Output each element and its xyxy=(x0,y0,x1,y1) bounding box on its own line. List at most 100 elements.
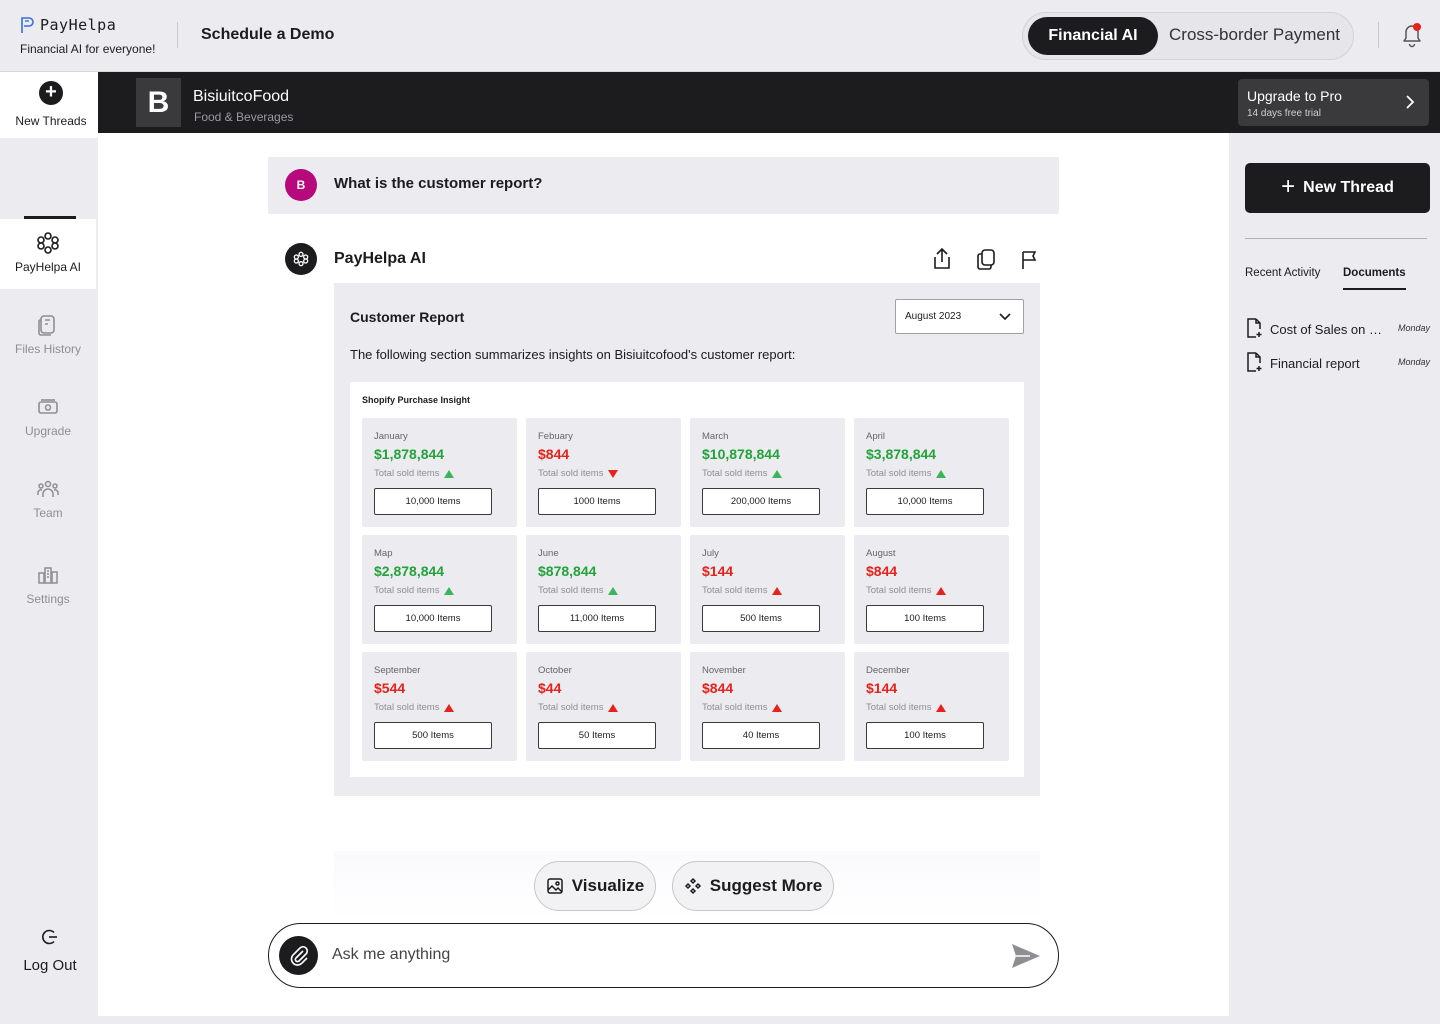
month-card: April $3,878,844 Total sold items 10,000 It… xyxy=(854,418,1009,527)
sold-items-row: Total sold items xyxy=(538,702,619,713)
upgrade-to-pro-button[interactable]: Upgrade to Pro 14 days free trial xyxy=(1238,79,1429,126)
trend-up-icon xyxy=(772,703,783,712)
month-dropdown[interactable]: August 2023 xyxy=(895,299,1024,334)
month-card: March $10,878,844 Total sold items 200,000 … xyxy=(690,418,845,527)
copy-icon[interactable] xyxy=(975,247,997,271)
month-card: December $144 Total sold items 100 Items xyxy=(854,652,1009,761)
rail-item-team[interactable]: Team xyxy=(0,465,96,535)
payhelpa-ai-icon xyxy=(293,251,309,267)
rail-item-label: Files History xyxy=(14,342,81,356)
document-name: Financial report xyxy=(1270,356,1360,371)
attach-button[interactable] xyxy=(279,936,318,975)
tab-documents[interactable]: Documents xyxy=(1343,267,1406,279)
user-question: What is the customer report? xyxy=(334,175,543,192)
settings-icon xyxy=(38,567,58,584)
sold-items-row: Total sold items xyxy=(374,468,455,479)
share-icon[interactable] xyxy=(931,247,953,271)
rail-item-label: Team xyxy=(33,506,63,520)
rail-item-files-history[interactable]: Files History xyxy=(0,301,96,371)
chat-input-bar[interactable]: Ask me anything xyxy=(268,923,1059,988)
document-date: Monday xyxy=(1397,357,1430,367)
items-count-button[interactable]: 100 Items xyxy=(866,722,984,749)
chat-input-placeholder[interactable]: Ask me anything xyxy=(332,946,450,964)
ai-avatar xyxy=(285,243,317,275)
month-label: November xyxy=(702,665,746,676)
document-item[interactable]: Cost of Sales on ot... Monday xyxy=(1245,318,1430,338)
items-count-button[interactable]: 1000 Items xyxy=(538,488,656,515)
month-card: September $544 Total sold items 500 Items xyxy=(362,652,517,761)
sold-items-row: Total sold items xyxy=(702,468,783,479)
suggest-icon xyxy=(684,877,701,895)
company-bar: B BisiuitcoFood Food & Beverages Upgrade… xyxy=(98,72,1440,133)
trend-up-icon xyxy=(444,469,455,478)
sold-items-label: Total sold items xyxy=(538,702,604,713)
document-item[interactable]: Financial report Monday xyxy=(1245,352,1430,372)
company-name: BisiuitcoFood xyxy=(193,88,290,105)
logout-button[interactable]: Log Out xyxy=(0,928,100,974)
rail-item-settings[interactable]: Settings xyxy=(0,551,96,621)
document-add-icon xyxy=(1247,318,1262,338)
payhelpa-logo-icon xyxy=(21,17,34,33)
flag-icon[interactable] xyxy=(1019,247,1041,271)
left-rail: + New Threads PayHelpa AI Files History … xyxy=(0,72,98,1024)
items-count-button[interactable]: 10,000 Items xyxy=(374,488,492,515)
sold-items-label: Total sold items xyxy=(702,585,768,596)
month-amount: $44 xyxy=(538,680,562,696)
new-thread-label: New Thread xyxy=(1303,179,1394,196)
send-icon[interactable] xyxy=(1011,943,1041,969)
mode-financial-ai[interactable]: Financial AI xyxy=(1028,17,1158,55)
month-label: January xyxy=(374,431,408,442)
items-count-button[interactable]: 500 Items xyxy=(702,605,820,632)
month-label: October xyxy=(538,665,572,676)
items-count-button[interactable]: 10,000 Items xyxy=(866,488,984,515)
logo-name: PayHelpa xyxy=(40,16,117,34)
rail-item-upgrade[interactable]: Upgrade xyxy=(0,383,96,453)
upgrade-title: Upgrade to Pro xyxy=(1247,88,1342,104)
notification-bell-icon[interactable] xyxy=(1400,22,1424,48)
items-count-button[interactable]: 11,000 Items xyxy=(538,605,656,632)
sold-items-row: Total sold items xyxy=(866,468,947,479)
new-threads-button[interactable]: + New Threads xyxy=(0,72,98,138)
schedule-demo-link[interactable]: Schedule a Demo xyxy=(201,26,334,44)
logout-icon xyxy=(42,929,57,945)
items-count-button[interactable]: 40 Items xyxy=(702,722,820,749)
plus-icon: + xyxy=(39,81,63,105)
divider xyxy=(177,22,178,48)
rail-item-label: Upgrade xyxy=(24,424,72,438)
company-avatar: B xyxy=(136,78,181,127)
month-card: October $44 Total sold items 50 Items xyxy=(526,652,681,761)
month-label: April xyxy=(866,431,886,442)
chevron-down-icon xyxy=(999,313,1011,321)
trend-up-icon xyxy=(608,586,619,595)
items-count-button[interactable]: 100 Items xyxy=(866,605,984,632)
suggest-more-button[interactable]: Suggest More xyxy=(672,861,834,911)
sold-items-row: Total sold items xyxy=(866,585,947,596)
rail-item-label: Settings xyxy=(26,592,70,606)
rail-item-payhelpa-ai[interactable]: PayHelpa AI xyxy=(0,219,96,289)
sold-items-row: Total sold items xyxy=(374,585,455,596)
sold-items-row: Total sold items xyxy=(538,585,619,596)
items-count-button[interactable]: 10,000 Items xyxy=(374,605,492,632)
items-count-button[interactable]: 50 Items xyxy=(538,722,656,749)
document-date: Monday xyxy=(1397,323,1430,333)
report-title: Customer Report xyxy=(350,309,465,325)
right-panel: + New Thread Recent Activity Documents C… xyxy=(1229,133,1440,1024)
sold-items-label: Total sold items xyxy=(538,585,604,596)
visualize-button[interactable]: Visualize xyxy=(534,861,656,911)
month-amount: $3,878,844 xyxy=(866,446,937,462)
mode-cross-border-payment[interactable]: Cross-border Payment xyxy=(1169,25,1340,45)
trend-up-icon xyxy=(936,469,947,478)
items-count-button[interactable]: 500 Items xyxy=(374,722,492,749)
document-add-icon xyxy=(1247,352,1262,372)
tab-recent-activity[interactable]: Recent Activity xyxy=(1245,267,1320,279)
logo[interactable]: PayHelpa Financial AI for everyone! xyxy=(20,16,155,56)
month-amount: $844 xyxy=(538,446,570,462)
trend-up-icon xyxy=(444,586,455,595)
items-count-button[interactable]: 200,000 Items xyxy=(702,488,820,515)
new-thread-button[interactable]: + New Thread xyxy=(1245,163,1430,213)
sold-items-row: Total sold items xyxy=(702,702,783,713)
trend-up-icon xyxy=(936,703,947,712)
sold-items-row: Total sold items xyxy=(374,702,455,713)
trend-down-icon xyxy=(608,469,619,478)
sold-items-row: Total sold items xyxy=(866,702,947,713)
